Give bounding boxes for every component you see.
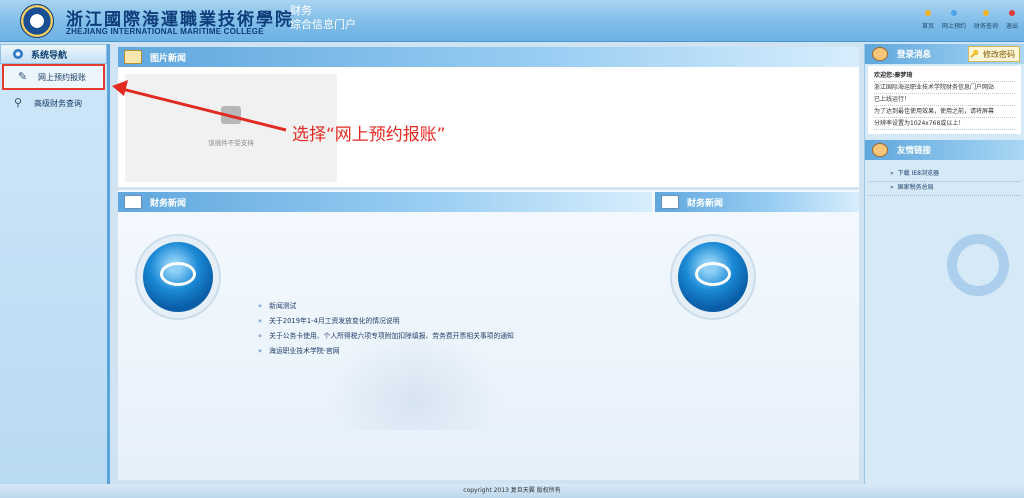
book-icon <box>124 195 142 209</box>
sidebar-item-online-booking[interactable]: ✎ 网上预约报账 <box>2 64 105 90</box>
top-link-label: 网上预约 <box>941 23 966 30</box>
top-link-booking[interactable]: 网上预约 <box>942 10 966 30</box>
finance-news-title: 财务新闻 <box>150 198 187 209</box>
top-link-label: 财务查询 <box>973 23 998 30</box>
finance-news-title: 财务新闻 <box>687 198 724 209</box>
home-icon <box>924 10 931 16</box>
school-logo <box>20 4 54 38</box>
logout-icon <box>1008 10 1015 16</box>
picture-news-title: 图片新闻 <box>150 53 187 64</box>
sidebar-title: 系统导航 <box>0 44 107 64</box>
booking-icon <box>950 10 957 16</box>
sidebar-item-advanced-query[interactable]: ⚲ 高级财务查询 <box>0 90 107 116</box>
login-message-line: 浙江国际海运职业技术学院财务信息门户网站 <box>874 82 1015 94</box>
login-message-line: 分辨率设置为1024x768或以上！ <box>874 118 1015 130</box>
login-message-line: 为了达到最佳使用效果，使用之前，请将屏幕 <box>874 106 1015 118</box>
link-item[interactable]: 下载 IE8浏览器 <box>868 168 1021 182</box>
system-name-line2: 综合信息门户 <box>290 18 356 31</box>
book-icon <box>661 195 679 209</box>
finance-news-header-right: 财务新闻 <box>655 192 859 212</box>
sidebar-title-label: 系统导航 <box>31 50 68 61</box>
login-message-line: 已上线运行！ <box>874 94 1015 106</box>
ie-logo-icon <box>947 234 1009 296</box>
friendly-links-header: 友情链接 <box>865 140 1024 160</box>
login-message-header: 登录消息 修改密码 <box>865 44 1024 64</box>
finance-news-list: 新闻测试 关于2019年1-4月工资发放变化的情况说明 关于公务卡使用、个人所得… <box>258 300 514 360</box>
top-link-home[interactable]: 首页 <box>922 10 934 30</box>
globe-icon <box>13 49 23 59</box>
school-name-en: ZHEJIANG INTERNATIONAL MARITIME COLLEGE <box>66 27 264 36</box>
chat-bubble-icon <box>678 242 748 312</box>
friendly-links-list: 下载 IE8浏览器 国家税务总局 <box>868 164 1021 200</box>
change-password-button[interactable]: 修改密码 <box>968 46 1020 62</box>
footer: copyright 2013 复旦天翼 版权所有 <box>0 484 1024 498</box>
link-item[interactable]: 国家税务总局 <box>868 182 1021 196</box>
search-icon: ⚲ <box>14 96 23 109</box>
login-message-title: 登录消息 <box>897 50 932 60</box>
login-message-box: 欢迎您:秦梦琦 浙江国际海运职业技术学院财务信息门户网站 已上线运行！ 为了达到… <box>868 66 1021 134</box>
news-item[interactable]: 新闻测试 <box>258 300 514 315</box>
news-item[interactable]: 关于公务卡使用、个人所得税六项专项附加扣除填报、劳务费开票相关事项的通知 <box>258 330 514 345</box>
friendly-links-title: 友情链接 <box>897 146 932 156</box>
right-panel: 登录消息 修改密码 欢迎您:秦梦琦 浙江国际海运职业技术学院财务信息门户网站 已… <box>864 44 1024 484</box>
system-name-line1: 财务 <box>290 4 312 17</box>
picture-icon <box>124 50 142 64</box>
top-header: 浙江國際海運職業技術學院 ZHEJIANG INTERNATIONAL MARI… <box>0 0 1024 42</box>
top-link-logout[interactable]: 退出 <box>1006 10 1018 30</box>
finance-news-header-left: 财务新闻 <box>118 192 652 212</box>
news-item[interactable]: 关于2019年1-4月工资发放变化的情况说明 <box>258 315 514 330</box>
sidebar: 系统导航 ✎ 网上预约报账 ⚲ 高级财务查询 <box>0 44 110 484</box>
chat-bubble-icon <box>143 242 213 312</box>
link-icon <box>872 143 888 157</box>
users-icon <box>872 47 888 61</box>
top-nav: 首页 网上预约 财务查询 退出 <box>922 10 1018 30</box>
query-icon <box>982 10 989 16</box>
system-name: 财务 综合信息门户 <box>290 4 356 32</box>
annotation-text: 选择“网上预约报账” <box>292 125 446 145</box>
edit-icon: ✎ <box>18 70 28 83</box>
top-link-label: 首页 <box>921 23 934 30</box>
news-item[interactable]: 海运职业技术学院-官网 <box>258 345 514 360</box>
sidebar-item-label: 网上预约报账 <box>38 72 86 82</box>
puzzle-icon <box>221 106 241 124</box>
top-link-label: 退出 <box>1005 23 1018 30</box>
top-link-query[interactable]: 财务查询 <box>974 10 998 30</box>
sidebar-item-label: 高级财务查询 <box>34 98 82 108</box>
welcome-text: 欢迎您:秦梦琦 <box>874 70 1015 82</box>
picture-news-header: 图片新闻 <box>118 47 859 67</box>
